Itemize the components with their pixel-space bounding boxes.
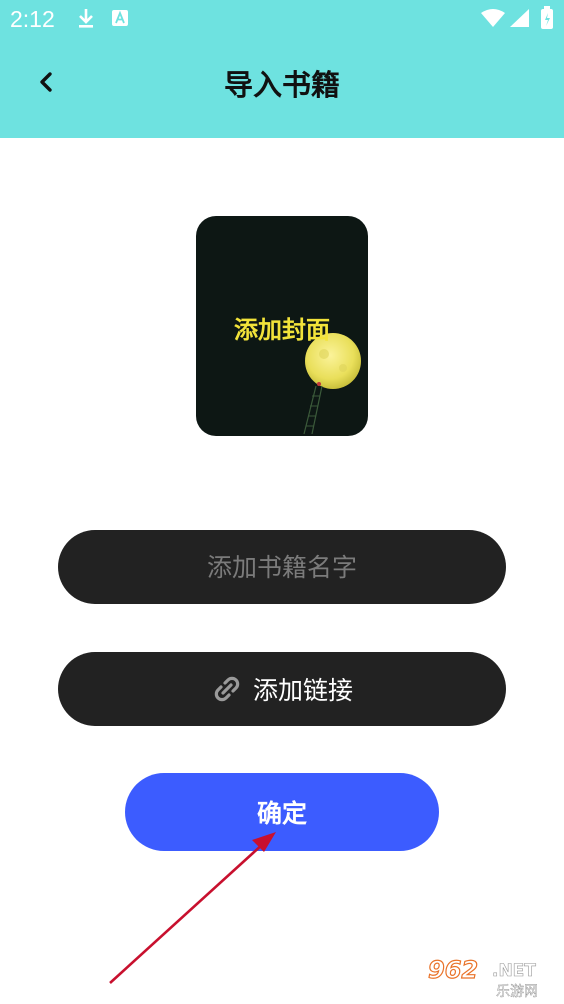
add-cover-button[interactable]: 添加封面 [196,216,368,436]
watermark-logo: 962 .NET 乐游网 [427,955,538,1000]
link-icon [214,676,240,702]
svg-text:乐游网: 乐游网 [496,984,538,1000]
svg-text:962: 962 [428,956,478,984]
add-link-button[interactable]: 添加链接 [58,652,506,726]
book-name-input[interactable] [90,551,474,583]
site-watermark: 962 .NET 乐游网 [426,954,560,1000]
status-time: 2:12 [10,6,55,32]
app-header: 2:12 导入书籍 [0,0,564,138]
page-title: 导入书籍 [223,68,340,102]
download-icon [79,9,93,28]
annotation-arrow-icon [109,832,276,984]
import-book-screen: 2:12 导入书籍 添加封面 添加书籍名字 添加链接 确定 962 .NET 乐… [0,0,564,1004]
wifi-icon [481,9,505,27]
app-notification-icon [112,10,128,26]
battery-icon [541,6,553,29]
add-link-label: 添加链接 [252,676,353,705]
svg-text:.NET: .NET [492,961,536,981]
book-name-field[interactable] [58,530,506,604]
add-cover-label: 添加封面 [234,316,330,344]
cellular-signal-icon [510,9,529,27]
confirm-button[interactable]: 确定 [125,773,439,851]
